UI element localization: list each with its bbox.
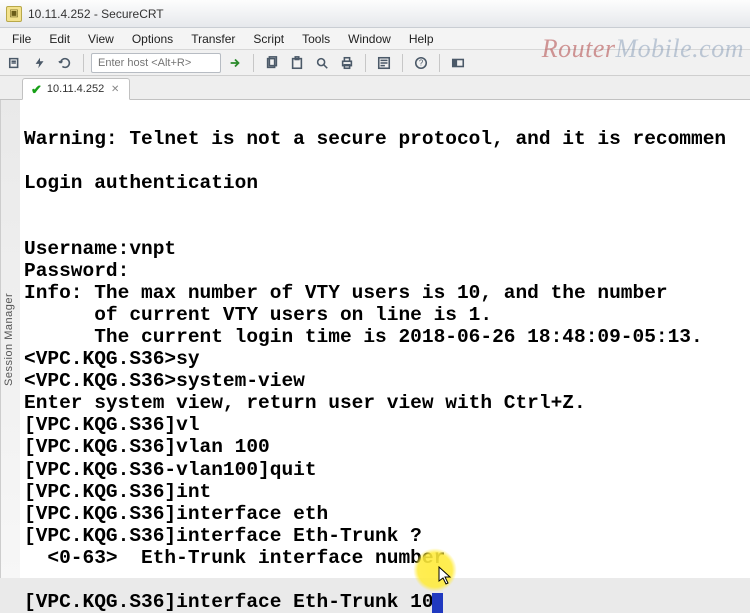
reconnect-icon[interactable]	[54, 52, 76, 74]
host-input[interactable]	[91, 53, 221, 73]
toggle-icon[interactable]	[447, 52, 469, 74]
connect-icon[interactable]	[4, 52, 26, 74]
copy-icon[interactable]	[261, 52, 283, 74]
menu-view[interactable]: View	[80, 30, 122, 48]
app-icon: ▣	[6, 6, 22, 22]
menu-script[interactable]: Script	[245, 30, 292, 48]
properties-icon[interactable]	[373, 52, 395, 74]
toolbar-separator	[365, 54, 366, 72]
terminal-output[interactable]: Warning: Telnet is not a secure protocol…	[20, 106, 750, 613]
toolbar-separator	[83, 54, 84, 72]
terminal-cursor	[432, 593, 443, 613]
find-icon[interactable]	[311, 52, 333, 74]
toolbar: ?	[0, 50, 750, 76]
connected-check-icon: ✔	[31, 83, 42, 96]
quick-connect-icon[interactable]	[29, 52, 51, 74]
menu-bar: File Edit View Options Transfer Script T…	[0, 28, 750, 50]
toolbar-separator	[439, 54, 440, 72]
terminal-pane[interactable]: Warning: Telnet is not a secure protocol…	[20, 100, 750, 578]
menu-tools[interactable]: Tools	[294, 30, 338, 48]
menu-help[interactable]: Help	[401, 30, 442, 48]
title-bar: ▣ 10.11.4.252 - SecureCRT	[0, 0, 750, 28]
paste-icon[interactable]	[286, 52, 308, 74]
menu-transfer[interactable]: Transfer	[183, 30, 243, 48]
window-title: 10.11.4.252 - SecureCRT	[28, 7, 164, 21]
close-tab-icon[interactable]: ✕	[109, 83, 121, 95]
help-icon[interactable]: ?	[410, 52, 432, 74]
menu-window[interactable]: Window	[340, 30, 399, 48]
print-icon[interactable]	[336, 52, 358, 74]
toolbar-separator	[253, 54, 254, 72]
tab-strip: ✔ 10.11.4.252 ✕	[0, 76, 750, 100]
menu-options[interactable]: Options	[124, 30, 181, 48]
menu-file[interactable]: File	[4, 30, 39, 48]
session-tab[interactable]: ✔ 10.11.4.252 ✕	[22, 78, 130, 100]
svg-text:?: ?	[419, 58, 424, 67]
tab-label: 10.11.4.252	[47, 83, 104, 95]
go-arrow-icon[interactable]	[224, 52, 246, 74]
toolbar-separator	[402, 54, 403, 72]
session-manager-sidebar[interactable]: Session Manager	[0, 100, 20, 578]
menu-edit[interactable]: Edit	[41, 30, 78, 48]
